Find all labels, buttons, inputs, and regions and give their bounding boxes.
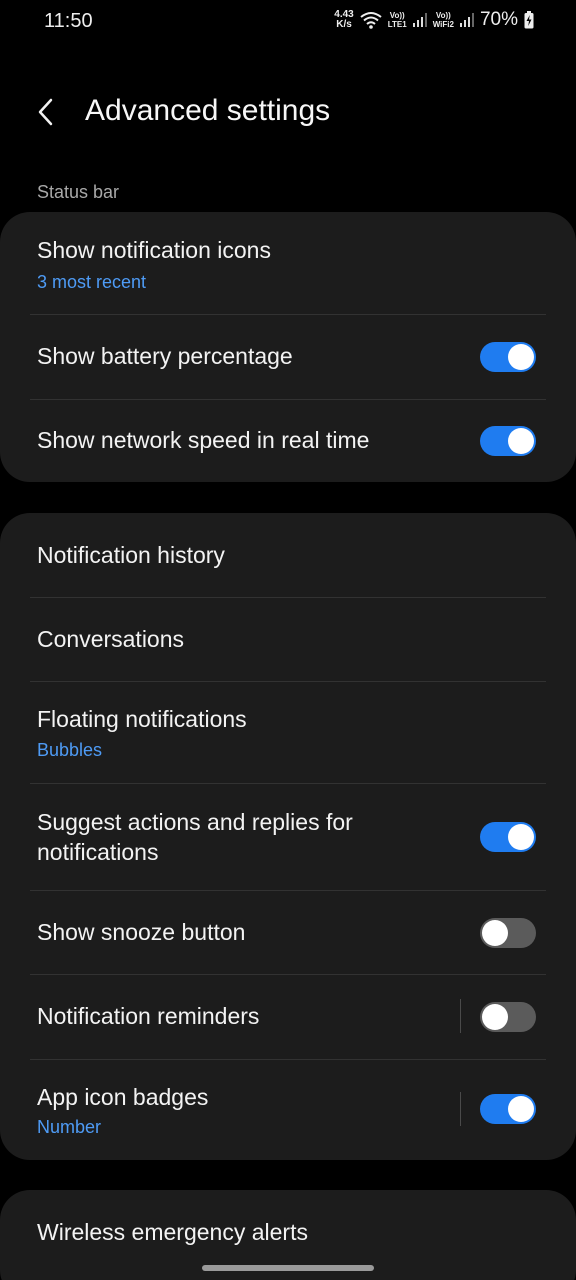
notification-reminders-toggle[interactable] bbox=[480, 1002, 536, 1032]
setting-show-snooze-button[interactable]: Show snooze button bbox=[0, 891, 576, 974]
vertical-separator bbox=[460, 1092, 461, 1126]
signal-strength-icon bbox=[412, 13, 427, 27]
toggle-knob bbox=[508, 1096, 534, 1122]
sim1-bottom-text: LTE1 bbox=[387, 20, 407, 29]
setting-title: Show battery percentage bbox=[37, 343, 293, 369]
setting-subtitle: 3 most recent bbox=[37, 272, 147, 292]
app-icon-badges-toggle[interactable] bbox=[480, 1094, 536, 1124]
toggle-knob bbox=[508, 344, 534, 370]
section-label-status-bar: Status bar bbox=[37, 182, 120, 202]
status-icons: 4.43 K/s Vo)) LTE1 Vo)) WiFi2 70% bbox=[334, 9, 534, 31]
setting-title: Conversations bbox=[37, 626, 185, 652]
setting-wireless-emergency-alerts[interactable]: Wireless emergency alerts bbox=[0, 1190, 576, 1274]
status-bar: 11:50 4.43 K/s Vo)) LTE1 Vo)) WiFi2 70% bbox=[0, 0, 576, 44]
setting-subtitle: Bubbles bbox=[37, 740, 103, 760]
sim2-top-text: Vo)) bbox=[435, 11, 451, 20]
setting-title: Show network speed in real time bbox=[37, 427, 370, 453]
setting-title: Wireless emergency alerts bbox=[37, 1219, 308, 1245]
sim1-volte-indicator: Vo)) LTE1 bbox=[388, 11, 407, 29]
setting-conversations[interactable]: Conversations bbox=[0, 598, 576, 681]
setting-app-icon-badges[interactable]: App icon badges Number bbox=[0, 1060, 576, 1160]
toggle-knob bbox=[508, 824, 534, 850]
vertical-separator bbox=[460, 999, 461, 1033]
setting-floating-notifications[interactable]: Floating notifications Bubbles bbox=[0, 682, 576, 783]
setting-title: Floating notifications bbox=[37, 706, 247, 732]
setting-notification-reminders[interactable]: Notification reminders bbox=[0, 975, 576, 1059]
setting-show-notification-icons[interactable]: Show notification icons 3 most recent bbox=[0, 212, 576, 314]
setting-title-line-2: notifications bbox=[37, 839, 159, 865]
toggle-knob bbox=[482, 1004, 508, 1030]
battery-percentage-toggle[interactable] bbox=[480, 342, 536, 372]
setting-subtitle: Number bbox=[37, 1117, 102, 1137]
screen: 11:50 4.43 K/s Vo)) LTE1 Vo)) WiFi2 70% … bbox=[0, 0, 576, 1280]
battery-charging-icon bbox=[524, 11, 534, 29]
setting-title: Notification reminders bbox=[37, 1003, 260, 1029]
status-bar-settings-card: Show notification icons 3 most recent Sh… bbox=[0, 212, 576, 482]
wifi-icon bbox=[360, 12, 382, 29]
home-indicator[interactable] bbox=[202, 1265, 374, 1271]
network-speed-toggle[interactable] bbox=[480, 426, 536, 456]
page-title: Advanced settings bbox=[85, 94, 331, 127]
setting-title: Show notification icons bbox=[37, 237, 271, 263]
setting-title: App icon badges bbox=[37, 1084, 209, 1110]
notification-settings-card: Notification history Conversations Float… bbox=[0, 513, 576, 1160]
setting-title-line-1: Suggest actions and replies for bbox=[37, 809, 353, 835]
setting-show-battery-percentage[interactable]: Show battery percentage bbox=[0, 315, 576, 399]
toggle-knob bbox=[508, 428, 534, 454]
setting-title: Show snooze button bbox=[37, 919, 246, 945]
suggest-actions-toggle[interactable] bbox=[480, 822, 536, 852]
setting-show-network-speed[interactable]: Show network speed in real time bbox=[0, 400, 576, 482]
back-button[interactable] bbox=[26, 90, 66, 134]
setting-notification-history[interactable]: Notification history bbox=[0, 513, 576, 597]
network-speed-unit: K/s bbox=[336, 19, 352, 30]
network-speed-indicator: 4.43 K/s bbox=[334, 10, 353, 30]
toggle-knob bbox=[482, 920, 508, 946]
setting-title: Notification history bbox=[37, 542, 225, 568]
sim1-top-text: Vo)) bbox=[389, 11, 405, 20]
app-header: Advanced settings bbox=[0, 80, 576, 144]
status-time: 11:50 bbox=[44, 10, 93, 32]
setting-suggest-actions[interactable]: Suggest actions and replies for notifica… bbox=[0, 784, 576, 890]
signal-strength-icon bbox=[459, 13, 474, 27]
sim2-bottom-text: WiFi2 bbox=[432, 20, 454, 29]
battery-percentage: 70% bbox=[479, 9, 518, 30]
chevron-left-icon bbox=[38, 98, 53, 126]
sim2-volte-indicator: Vo)) WiFi2 bbox=[433, 11, 454, 29]
snooze-button-toggle[interactable] bbox=[480, 918, 536, 948]
